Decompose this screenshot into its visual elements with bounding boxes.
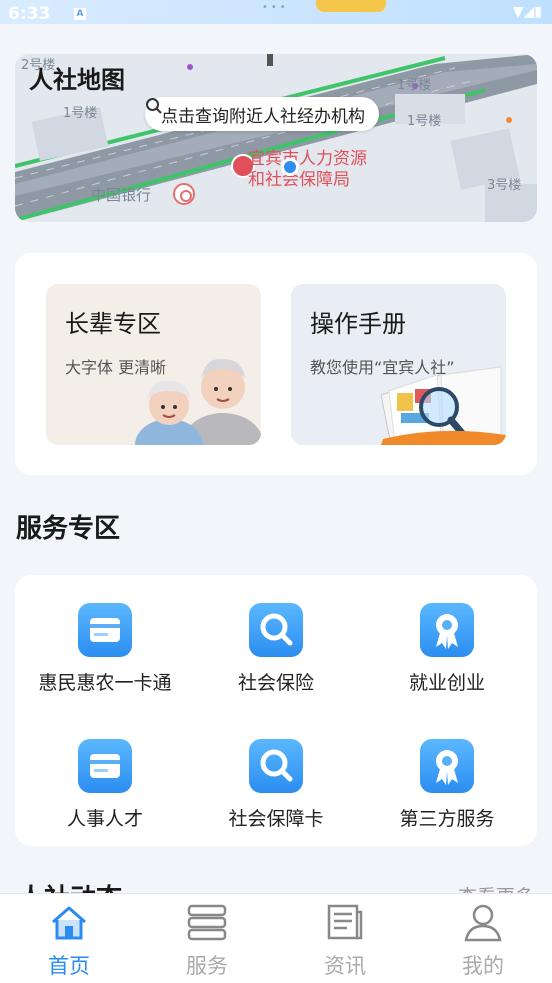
elder-zone-title: 长辈专区 [65, 310, 161, 338]
search-icon [249, 739, 303, 793]
service-item-employment[interactable]: 就业创业 [357, 603, 527, 723]
building-label: 1号楼 [63, 106, 98, 121]
bottom-tab-bar: 首页 服务 资讯 我的 [0, 893, 552, 983]
home-icon [47, 900, 91, 944]
card-icon [78, 739, 132, 793]
building-label: 3号楼 [487, 178, 522, 193]
building-label: 1号楼 [407, 114, 442, 129]
search-icon [249, 603, 303, 657]
book-magnifier-illustration [381, 366, 506, 445]
map-search-text: 点击查询附近人社经办机构 [161, 106, 365, 127]
banner-edge [316, 0, 386, 12]
poi-line-2: 和社会保障局 [248, 170, 350, 190]
elder-zone-tile[interactable]: 长辈专区 大字体 更清晰 [46, 284, 261, 445]
service-item-personnel-talent[interactable]: 人事人才 [15, 739, 185, 859]
map-card[interactable]: 2号楼 1号楼 1号楼 1号楼 3号楼 人社地图 点击查询附近人社经办机构 宜宾… [15, 54, 537, 222]
card-icon [78, 603, 132, 657]
poi-name[interactable]: 宜宾市人力资源 和社会保障局 [248, 149, 367, 191]
building-label: 1号楼 [397, 78, 432, 93]
shortcut-card: 长辈专区 大字体 更清晰 操作手册 教您使用“宜宾人社” [15, 253, 537, 475]
map-search-bar[interactable]: 点击查询附近人社经办机构 [145, 97, 379, 131]
service-label: 惠民惠农一卡通 [38, 672, 172, 694]
service-item-third-party[interactable]: 第三方服务 [357, 739, 527, 859]
service-item-social-insurance[interactable]: 社会保险 [186, 603, 356, 723]
tab-services[interactable]: 服务 [138, 894, 276, 983]
bank-label: 中国银行 [91, 186, 152, 204]
tab-label: 我的 [462, 954, 504, 978]
user-icon [461, 900, 505, 944]
status-time: 6:33 [8, 4, 51, 24]
status-bar: 6:33 A ••• ▼◢▮ [0, 0, 552, 24]
tab-label: 资讯 [324, 954, 366, 978]
signal-battery-icon: ▼◢▮ [512, 4, 542, 20]
tab-mine[interactable]: 我的 [414, 894, 552, 983]
map-title: 人社地图 [29, 66, 125, 94]
service-label: 第三方服务 [399, 808, 495, 830]
award-icon [420, 603, 474, 657]
stack-icon [185, 900, 229, 944]
tab-label: 首页 [48, 954, 90, 978]
service-label: 就业创业 [408, 672, 485, 694]
award-icon [420, 739, 474, 793]
services-section-title: 服务专区 [16, 514, 121, 544]
location-dot-icon [281, 158, 299, 176]
service-item-social-security-card[interactable]: 社会保障卡 [186, 739, 356, 859]
service-item-huimin-card[interactable]: 惠民惠农一卡通 [15, 603, 185, 723]
bank-icon [173, 183, 195, 205]
service-card: 惠民惠农一卡通 社会保险 就业创业 人事人才 社会保障卡 第三方服务 [15, 575, 537, 846]
tab-home[interactable]: 首页 [0, 894, 138, 983]
tab-news[interactable]: 资讯 [276, 894, 414, 983]
service-label: 社会保险 [237, 672, 314, 694]
tab-label: 服务 [186, 954, 228, 978]
elderly-couple-illustration [135, 358, 261, 445]
service-label: 人事人才 [66, 808, 143, 830]
poi-line-1: 宜宾市人力资源 [248, 149, 367, 169]
status-indicator-icon: A [74, 8, 86, 20]
page-dots-icon: ••• [262, 2, 289, 13]
manual-title: 操作手册 [310, 310, 406, 338]
service-label: 社会保障卡 [228, 808, 324, 830]
manual-tile[interactable]: 操作手册 教您使用“宜宾人社” [291, 284, 506, 445]
news-icon [323, 900, 367, 944]
